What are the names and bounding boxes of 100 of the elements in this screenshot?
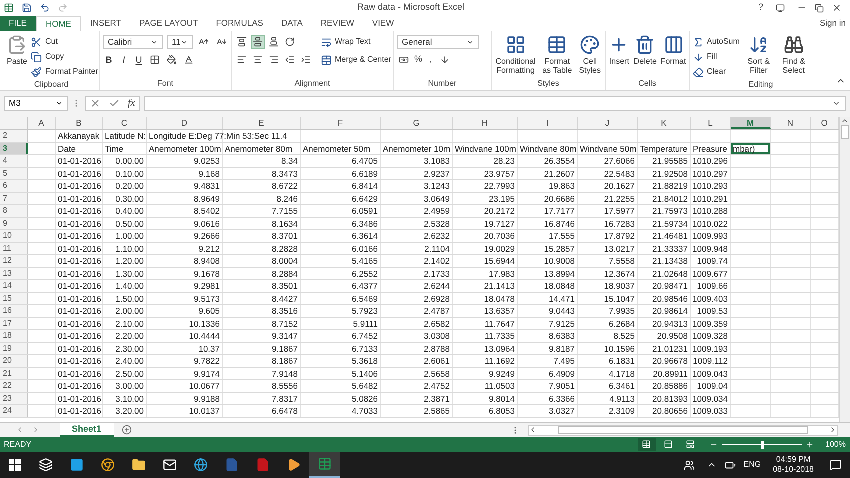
vertical-align-button[interactable] [235, 35, 249, 49]
sheet-tab[interactable]: Sheet1 [60, 423, 114, 437]
column-header[interactable]: E [223, 117, 301, 129]
number-style-button[interactable]: , [426, 53, 435, 67]
fill-button[interactable]: Fill [693, 50, 740, 64]
help-button[interactable]: ? [754, 1, 768, 15]
clear-button[interactable]: Clear [693, 65, 740, 79]
cell-value: 20.80656 [652, 405, 688, 416]
horizontal-scrollbar[interactable] [528, 424, 838, 436]
wrap-text-button[interactable]: Wrap Text [321, 35, 392, 49]
scroll-right-icon[interactable] [829, 426, 837, 434]
ribbon-tab[interactable]: FILE [0, 16, 36, 31]
zoom-slider[interactable] [722, 440, 802, 448]
row-header[interactable]: 18 [0, 330, 28, 342]
scroll-left-icon[interactable] [529, 426, 537, 434]
row-header[interactable]: 10 [0, 230, 28, 242]
merge-center-button[interactable]: Merge & Center [321, 53, 392, 67]
ribbon-tab[interactable]: VIEW [363, 16, 404, 31]
row-header[interactable]: 17 [0, 318, 28, 329]
style-button[interactable]: Format as Table [540, 35, 574, 75]
column-header[interactable]: D [147, 117, 223, 129]
insert-function-button[interactable]: fx [128, 96, 136, 111]
zoom-thumb[interactable] [760, 440, 764, 448]
vertical-scrollbar[interactable] [839, 117, 850, 422]
view-button[interactable] [638, 438, 656, 451]
number-style-button[interactable]: % [414, 53, 423, 67]
autosum-button[interactable]: AutoSum [693, 35, 740, 49]
fill-color-button[interactable] [165, 53, 179, 67]
row-header[interactable]: 4 [0, 155, 28, 166]
ribbon-tab[interactable]: HOME [36, 16, 82, 31]
sort-filter-button[interactable]: Sort & Filter [744, 35, 774, 75]
row-header[interactable]: 5 [0, 168, 28, 179]
column-header[interactable]: G [381, 117, 453, 129]
row-header[interactable]: 15 [0, 292, 28, 304]
row-header[interactable]: 7 [0, 192, 28, 204]
ribbon-tab[interactable]: FORMULAS [207, 16, 272, 31]
cut-button[interactable]: Cut [31, 35, 98, 49]
vertical-align-button[interactable] [267, 35, 281, 49]
column-header[interactable]: A [28, 117, 56, 129]
column-header[interactable]: F [301, 117, 381, 129]
scroll-thumb[interactable] [558, 426, 808, 434]
font-style-button[interactable]: U [133, 54, 145, 66]
row-header[interactable]: 14 [0, 280, 28, 292]
row-header[interactable]: 19 [0, 342, 28, 354]
column-header[interactable]: B [56, 117, 103, 129]
name-box[interactable]: M3 [4, 96, 68, 111]
spreadsheet-taskbar-icon[interactable] [309, 452, 340, 478]
row-header[interactable]: 9 [0, 218, 28, 229]
row-header[interactable]: 8 [0, 205, 28, 216]
font-style-button[interactable]: I [118, 54, 130, 66]
column-header[interactable]: H [453, 117, 518, 129]
row-header[interactable]: 6 [0, 180, 28, 192]
ribbon-tab[interactable]: INSERT [81, 16, 130, 31]
format-painter-button[interactable]: Format Painter [31, 65, 98, 79]
ribbon-tab[interactable]: PAGE LAYOUT [130, 16, 208, 31]
row-header[interactable]: 13 [0, 268, 28, 279]
paste-button[interactable]: Paste [7, 35, 28, 66]
row-header[interactable]: 23 [0, 392, 28, 404]
row-header[interactable]: 12 [0, 255, 28, 266]
copy-button[interactable]: Copy [31, 50, 98, 64]
ribbon-tab[interactable]: DATA [272, 16, 312, 31]
row-header[interactable]: 24 [0, 405, 28, 416]
orientation-button[interactable] [283, 35, 297, 49]
ribbon-tab[interactable]: REVIEW [312, 16, 364, 31]
row-header[interactable]: 3 [0, 142, 28, 154]
cell-value: 0.10.00 [116, 168, 144, 179]
cell-value: 6.4909 [549, 368, 575, 379]
column-header[interactable]: C [103, 117, 147, 129]
sign-in-link[interactable]: Sign in [820, 17, 846, 30]
cells-button[interactable]: Format [661, 35, 686, 66]
column-header[interactable]: I [518, 117, 578, 129]
cell-value: 1.30.00 [116, 268, 144, 279]
cells-button[interactable]: Delete [634, 35, 657, 66]
column-header[interactable]: N [771, 117, 811, 129]
cell-value: 8.5556 [272, 380, 298, 392]
font-name-field[interactable]: Calibri [103, 35, 163, 49]
column-header[interactable]: M [731, 117, 771, 129]
row-header[interactable]: 16 [0, 305, 28, 316]
column-header[interactable]: K [638, 117, 691, 129]
find-select-button[interactable]: Find & Select [778, 35, 810, 75]
row-header[interactable]: 21 [0, 368, 28, 379]
font-style-button[interactable]: B [103, 54, 115, 66]
column-header[interactable]: J [578, 117, 638, 129]
formula-input[interactable] [144, 96, 846, 111]
cell-value: 10.0137 [189, 405, 220, 416]
row-header[interactable]: 22 [0, 380, 28, 392]
style-button[interactable]: Cell Styles [578, 35, 602, 75]
cell-value: 21.33337 [652, 242, 688, 254]
scroll-thumb[interactable] [841, 125, 849, 139]
row-header[interactable]: 11 [0, 242, 28, 254]
active-cell[interactable]: mbar) [731, 142, 771, 154]
row-header[interactable]: 20 [0, 355, 28, 366]
style-button[interactable]: Conditional Formatting [495, 35, 537, 75]
vertical-align-button[interactable] [251, 35, 265, 49]
borders-button[interactable] [148, 53, 162, 67]
cells-button[interactable]: Insert [609, 35, 630, 66]
number-format-field[interactable]: General [397, 35, 479, 49]
scroll-up-icon[interactable] [841, 117, 849, 125]
font-size-field[interactable]: 11 [167, 35, 193, 49]
row-header[interactable]: 2 [0, 130, 28, 142]
